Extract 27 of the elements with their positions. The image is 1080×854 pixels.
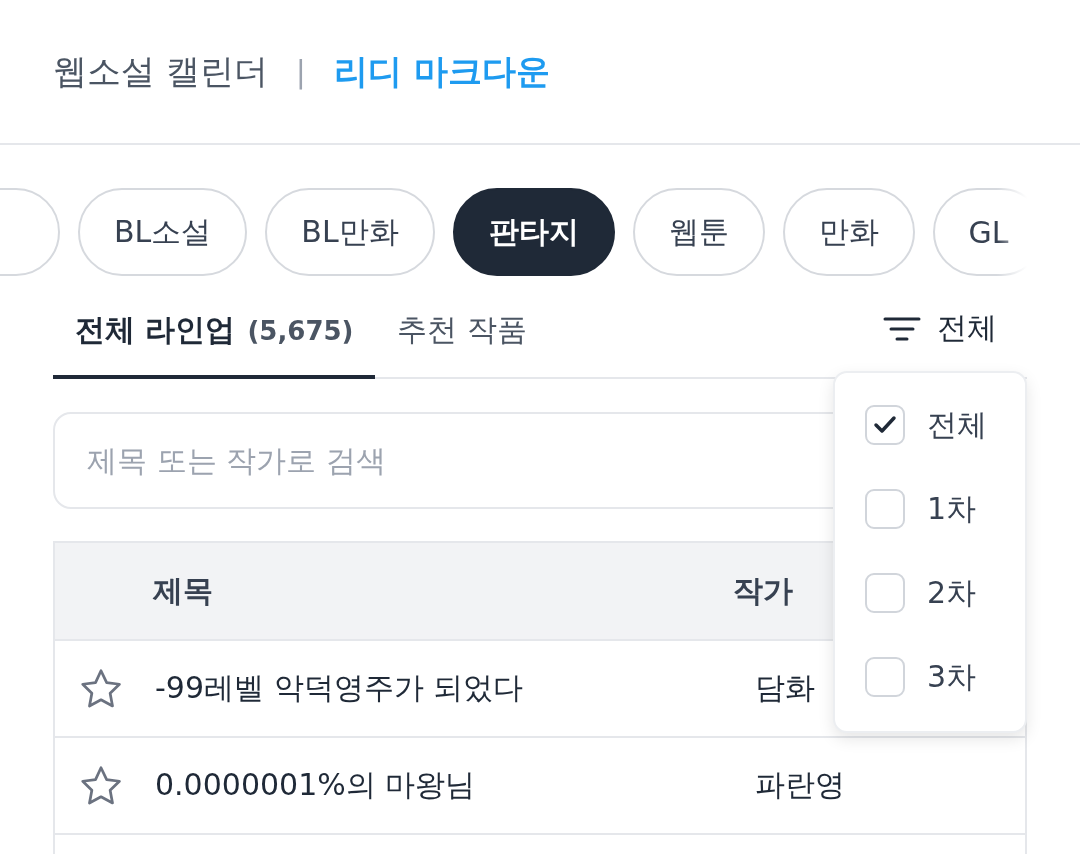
filter-button[interactable]: 전체 [883, 308, 1027, 377]
checkbox[interactable] [865, 573, 905, 613]
author-cell-text: 담화 [755, 669, 815, 707]
checkbox[interactable] [865, 657, 905, 697]
site-title: 웹소설 캘린더 [53, 49, 268, 93]
filter-icon [883, 315, 921, 342]
check-icon [873, 415, 897, 435]
tab[interactable]: 전체 라인업 (5,675) [53, 310, 376, 379]
column-header: 작가 [733, 571, 793, 610]
category-chip[interactable]: BL만화 [265, 188, 435, 276]
star-icon[interactable] [79, 764, 123, 807]
title-cell[interactable]: -99레벨 악덕영주가 되었다 [155, 668, 524, 709]
category-chip[interactable]: 만화 [782, 188, 915, 276]
author-cell-text: 파란영 [755, 766, 845, 804]
option-label[interactable]: 3차 [927, 656, 977, 698]
tab[interactable]: 추천 작품 [375, 310, 549, 379]
category-chip[interactable]: GL [932, 188, 1027, 276]
checkbox[interactable] [865, 489, 905, 529]
star-icon[interactable] [79, 667, 123, 710]
option-label[interactable]: 2차 [927, 572, 977, 614]
checkbox[interactable] [865, 405, 905, 445]
title-cell[interactable]: 0.0000001%의 마왕님 [155, 765, 476, 806]
category-chip[interactable]: 웹툰 [632, 188, 765, 276]
column-header: 제목 [153, 571, 213, 610]
separator: | [295, 54, 306, 89]
category-chip[interactable]: BL소설 [78, 188, 248, 276]
category-chip[interactable]: 판타지 [452, 188, 615, 276]
